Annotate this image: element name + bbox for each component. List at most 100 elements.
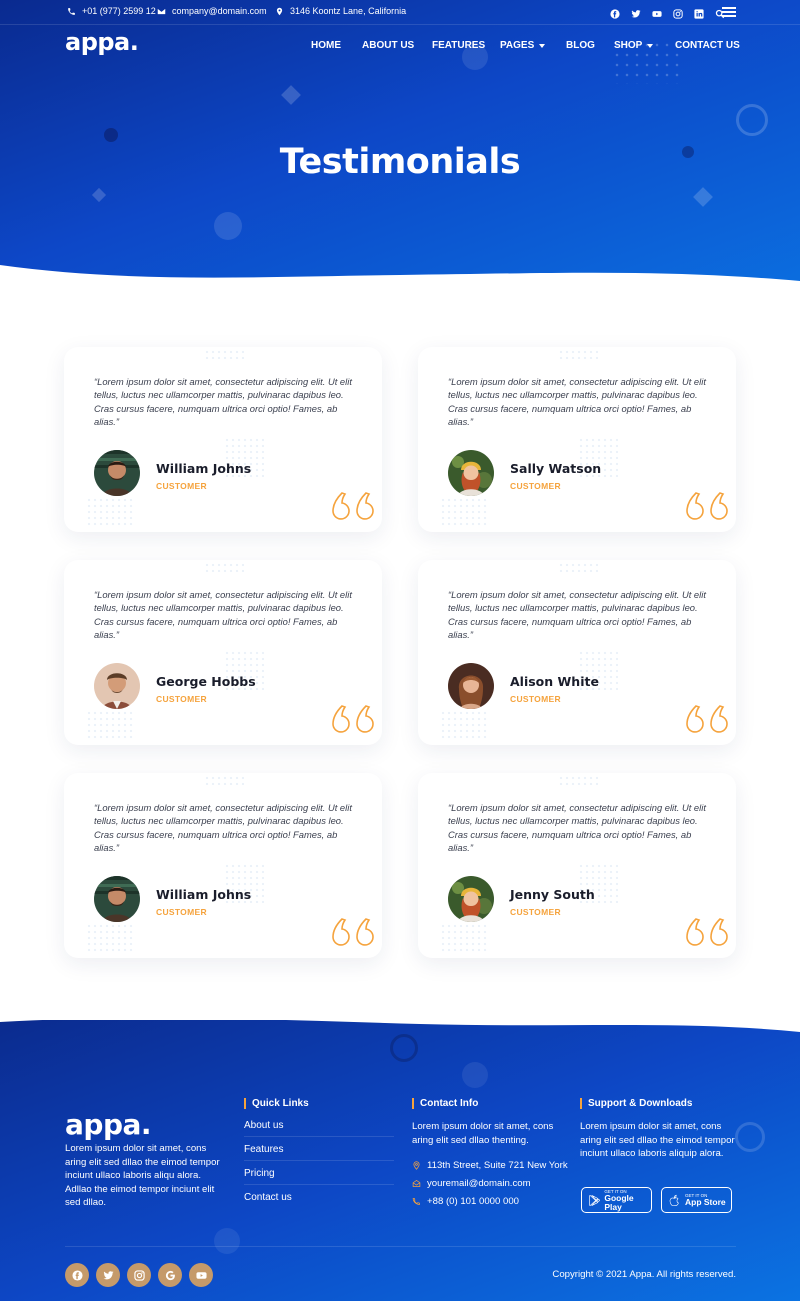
app-store-big-text: App Store	[685, 1197, 726, 1207]
avatar	[94, 450, 140, 496]
testimonial-card: “Lorem ipsum dolor sit amet, consectetur…	[64, 560, 382, 745]
quote-icon	[332, 492, 374, 520]
nav-label: ABOUT US	[362, 40, 415, 51]
testimonial-author-role: CUSTOMER	[510, 907, 561, 917]
youtube-icon[interactable]	[652, 6, 662, 17]
site-footer: appa. Lorem ipsum dolor sit amet, cons a…	[0, 1020, 800, 1301]
facebook-icon[interactable]	[65, 1263, 89, 1287]
envelope-icon	[412, 1180, 421, 1187]
google-play-button[interactable]: GET IT ON Google Play	[581, 1187, 652, 1213]
decor-pattern	[204, 562, 244, 572]
decor-pattern	[558, 349, 598, 359]
decor-pattern	[86, 710, 136, 740]
nav-features[interactable]: FEATURES	[432, 40, 485, 51]
footer-link-pricing[interactable]: Pricing	[244, 1168, 394, 1185]
decor-pattern	[204, 775, 244, 785]
app-store-button[interactable]: GET IT ON App Store	[661, 1187, 732, 1213]
testimonial-author-name: William Johns	[156, 461, 252, 476]
testimonial-quote: “Lorem ipsum dolor sit amet, consectetur…	[94, 802, 352, 854]
testimonial-author-role: CUSTOMER	[156, 694, 207, 704]
chevron-down-icon	[539, 43, 546, 48]
testimonial-card: “Lorem ipsum dolor sit amet, consectetur…	[418, 560, 736, 745]
testimonial-author-role: CUSTOMER	[510, 481, 561, 491]
testimonial-card: “Lorem ipsum dolor sit amet, consectetur…	[64, 773, 382, 958]
decor-pattern	[204, 349, 244, 359]
nav-shop[interactable]: SHOP	[614, 40, 654, 51]
testimonial-author-name: Sally Watson	[510, 461, 602, 476]
testimonial-author-name: William Johns	[156, 887, 252, 902]
footer-about-text: Lorem ipsum dolor sit amet, cons aring e…	[65, 1143, 220, 1208]
quote-icon	[332, 705, 374, 733]
footer-wave-divider	[0, 1010, 800, 1032]
instagram-icon[interactable]	[673, 6, 683, 19]
contact-phone[interactable]: +88 (0) 101 0000 000	[412, 1196, 519, 1207]
google-play-icon	[589, 1194, 600, 1206]
decor-circle	[214, 212, 242, 240]
avatar	[448, 450, 494, 496]
quote-icon	[686, 705, 728, 733]
quick-links-title: Quick Links	[244, 1098, 309, 1109]
google-icon[interactable]	[158, 1263, 182, 1287]
top-bar: +01 (977) 2599 12 company@domain.com 314…	[0, 0, 800, 25]
nav-home[interactable]: HOME	[311, 40, 341, 51]
quick-links-list: About us Features Pricing Contact us	[244, 1120, 394, 1216]
decor-pattern	[558, 775, 598, 785]
copyright-text: Copyright © 2021 Appa. All rights reserv…	[552, 1269, 736, 1280]
support-text: Lorem ipsum dolor sit amet, cons aring e…	[580, 1121, 735, 1159]
topbar-phone-text: +01 (977) 2599 12	[82, 6, 156, 16]
testimonial-quote: “Lorem ipsum dolor sit amet, consectetur…	[448, 376, 706, 428]
decor-star	[693, 187, 713, 207]
decor-pattern	[440, 923, 490, 953]
phone-icon	[68, 7, 75, 15]
testimonial-author-role: CUSTOMER	[510, 694, 561, 704]
topbar-email[interactable]: company@domain.com	[157, 6, 267, 16]
footer-link-contact-us[interactable]: Contact us	[244, 1192, 394, 1209]
testimonial-quote: “Lorem ipsum dolor sit amet, consectetur…	[448, 589, 706, 641]
testimonial-author-role: CUSTOMER	[156, 481, 207, 491]
footer-link-about-us[interactable]: About us	[244, 1120, 394, 1137]
testimonial-card: “Lorem ipsum dolor sit amet, consectetur…	[418, 347, 736, 532]
youtube-icon[interactable]	[189, 1263, 213, 1287]
nav-contact-us[interactable]: CONTACT US	[675, 40, 740, 51]
topbar-social-links	[610, 6, 725, 19]
testimonial-card: “Lorem ipsum dolor sit amet, consectetur…	[64, 347, 382, 532]
topbar-address[interactable]: 3146 Koontz Lane, California	[275, 6, 406, 16]
testimonial-quote: “Lorem ipsum dolor sit amet, consectetur…	[94, 376, 352, 428]
footer-logo[interactable]: appa.	[65, 1108, 152, 1141]
contact-phone-text: +88 (0) 101 0000 000	[427, 1196, 520, 1207]
phone-icon	[412, 1198, 420, 1205]
decor-star	[91, 187, 107, 203]
avatar	[94, 663, 140, 709]
topbar-phone[interactable]: +01 (977) 2599 12	[67, 6, 156, 16]
footer-divider	[65, 1246, 736, 1247]
topbar-email-text: company@domain.com	[172, 6, 267, 16]
instagram-icon[interactable]	[127, 1263, 151, 1287]
site-logo[interactable]: appa.	[65, 28, 139, 56]
decor-pattern	[440, 497, 490, 527]
contact-info-title: Contact Info	[412, 1098, 478, 1109]
quote-icon	[686, 492, 728, 520]
nav-pages[interactable]: PAGES	[500, 40, 546, 51]
footer-link-features[interactable]: Features	[244, 1144, 394, 1161]
facebook-icon[interactable]	[610, 6, 620, 19]
decor-pattern	[440, 710, 490, 740]
decor-pattern	[558, 562, 598, 572]
decor-circle	[104, 128, 118, 142]
chevron-down-icon	[647, 43, 654, 48]
decor-circle	[462, 1062, 488, 1088]
decor-ring	[736, 104, 768, 136]
quote-icon	[686, 918, 728, 946]
testimonial-author-name: Jenny South	[510, 887, 595, 902]
linkedin-icon[interactable]	[694, 6, 704, 19]
nav-label: HOME	[311, 40, 341, 51]
nav-label: SHOP	[614, 40, 643, 51]
google-play-big-text: Google Play	[604, 1192, 634, 1212]
nav-blog[interactable]: BLOG	[566, 40, 595, 51]
envelope-icon	[157, 8, 166, 14]
twitter-icon[interactable]	[96, 1263, 120, 1287]
contact-email[interactable]: youremail@domain.com	[412, 1178, 531, 1189]
hamburger-menu-icon[interactable]	[722, 7, 736, 17]
hero-wave-divider	[0, 265, 800, 305]
nav-about-us[interactable]: ABOUT US	[362, 40, 414, 51]
twitter-icon[interactable]	[631, 6, 641, 18]
